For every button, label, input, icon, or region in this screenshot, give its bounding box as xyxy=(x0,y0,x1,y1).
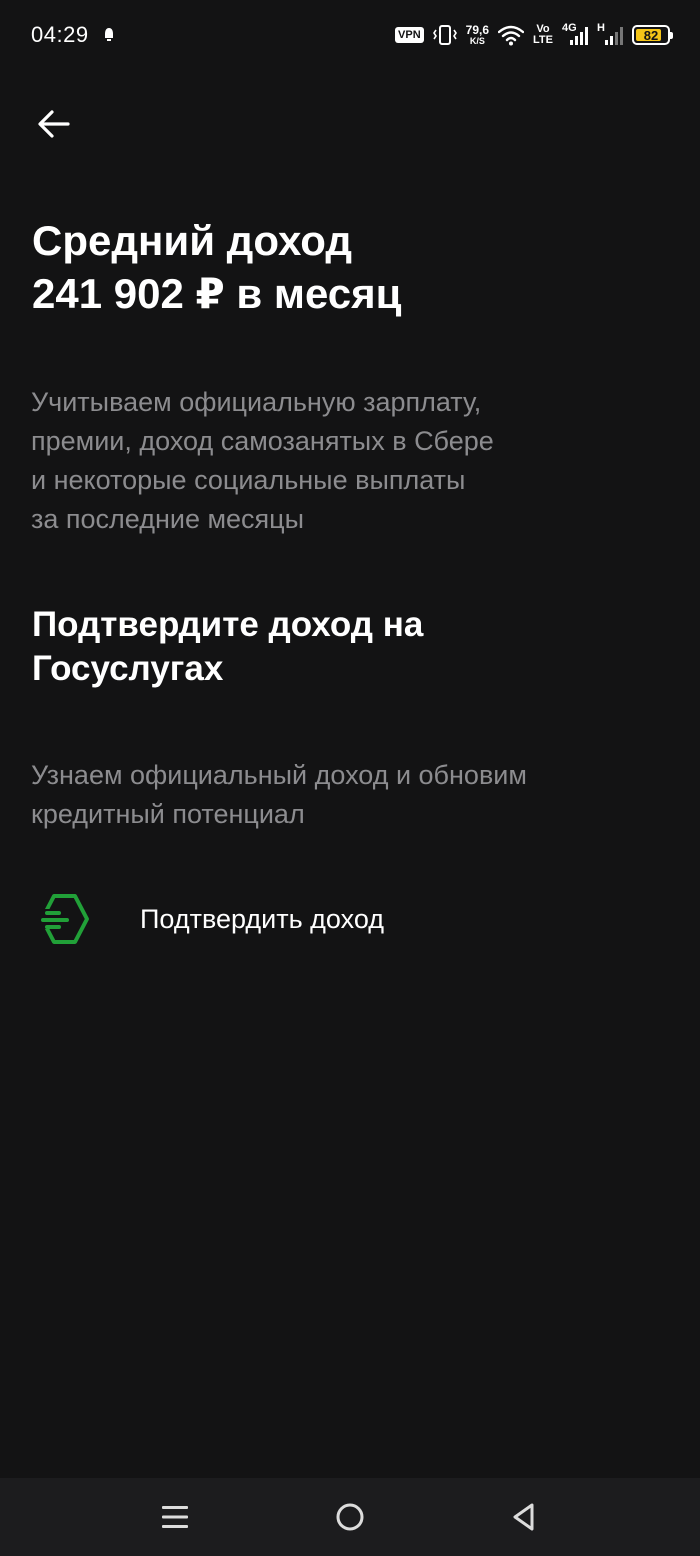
confirm-income-label: Подтвердить доход xyxy=(140,903,385,934)
confirm-title-line: Подтвердите доход на xyxy=(32,605,424,644)
confirm-desc-line: кредитный потенциал xyxy=(31,799,305,829)
back-triangle-icon xyxy=(513,1503,534,1531)
navigation-bar xyxy=(0,1478,700,1556)
income-title-line: Средний доход xyxy=(32,217,353,264)
confirm-title: Подтвердите доход на Госуслугах xyxy=(32,603,672,691)
network-speed: 79,6 K/S xyxy=(466,24,489,46)
signal-4g: 4G xyxy=(562,22,588,46)
recent-apps-icon xyxy=(162,1506,188,1528)
income-desc-line: премии, доход самозанятых в Сбере xyxy=(31,426,494,456)
recent-apps-button[interactable] xyxy=(145,1493,205,1541)
volte-indicator: Vo LTE xyxy=(533,24,553,46)
confirm-description: Узнаем официальный доход и обновим креди… xyxy=(31,756,671,834)
income-description: Учитываем официальную зарплату, премии, … xyxy=(31,383,651,539)
signal-h: H xyxy=(597,22,623,46)
income-title: Средний доход 241 902 ₽ в месяц xyxy=(32,214,672,320)
vibrate-icon xyxy=(432,25,457,45)
income-desc-line: за последние месяцы xyxy=(31,504,305,534)
system-back-button[interactable] xyxy=(494,1493,554,1541)
volte-bottom: LTE xyxy=(533,34,553,46)
signal-bars-icon xyxy=(605,27,623,45)
back-button[interactable] xyxy=(26,98,82,150)
vpn-badge: VPN xyxy=(395,27,424,43)
income-desc-line: и некоторые социальные выплаты xyxy=(31,465,466,495)
status-icons: VPN 79,6 K/S Vo LTE 4G H 82 xyxy=(395,20,673,50)
income-desc-line: Учитываем официальную зарплату, xyxy=(31,387,482,417)
battery-percent: 82 xyxy=(643,27,659,43)
income-amount-line: 241 902 ₽ в месяц xyxy=(32,270,402,317)
speed-unit: K/S xyxy=(469,36,485,46)
screen: 04:29 VPN 79,6 K/S Vo LTE 4G H 82 Средни… xyxy=(0,0,700,1556)
home-circle-icon xyxy=(336,1503,364,1531)
confirm-desc-line: Узнаем официальный доход и обновим xyxy=(31,760,527,790)
wifi-icon xyxy=(498,25,525,46)
status-bar: 04:29 VPN 79,6 K/S Vo LTE 4G H 82 xyxy=(0,0,700,70)
confirm-title-line: Госуслугах xyxy=(32,649,224,688)
arrow-left-icon xyxy=(38,110,70,138)
battery-nub xyxy=(670,32,673,39)
signal-bars-icon xyxy=(570,27,588,45)
gosuslugi-icon xyxy=(30,885,98,953)
status-time: 04:29 xyxy=(31,22,89,47)
battery-icon: 82 xyxy=(632,25,673,45)
speed-value: 79,6 xyxy=(465,23,490,37)
home-button[interactable] xyxy=(320,1493,380,1541)
notification-icon xyxy=(105,28,113,41)
confirm-income-button[interactable]: Подтвердить доход xyxy=(30,880,670,958)
